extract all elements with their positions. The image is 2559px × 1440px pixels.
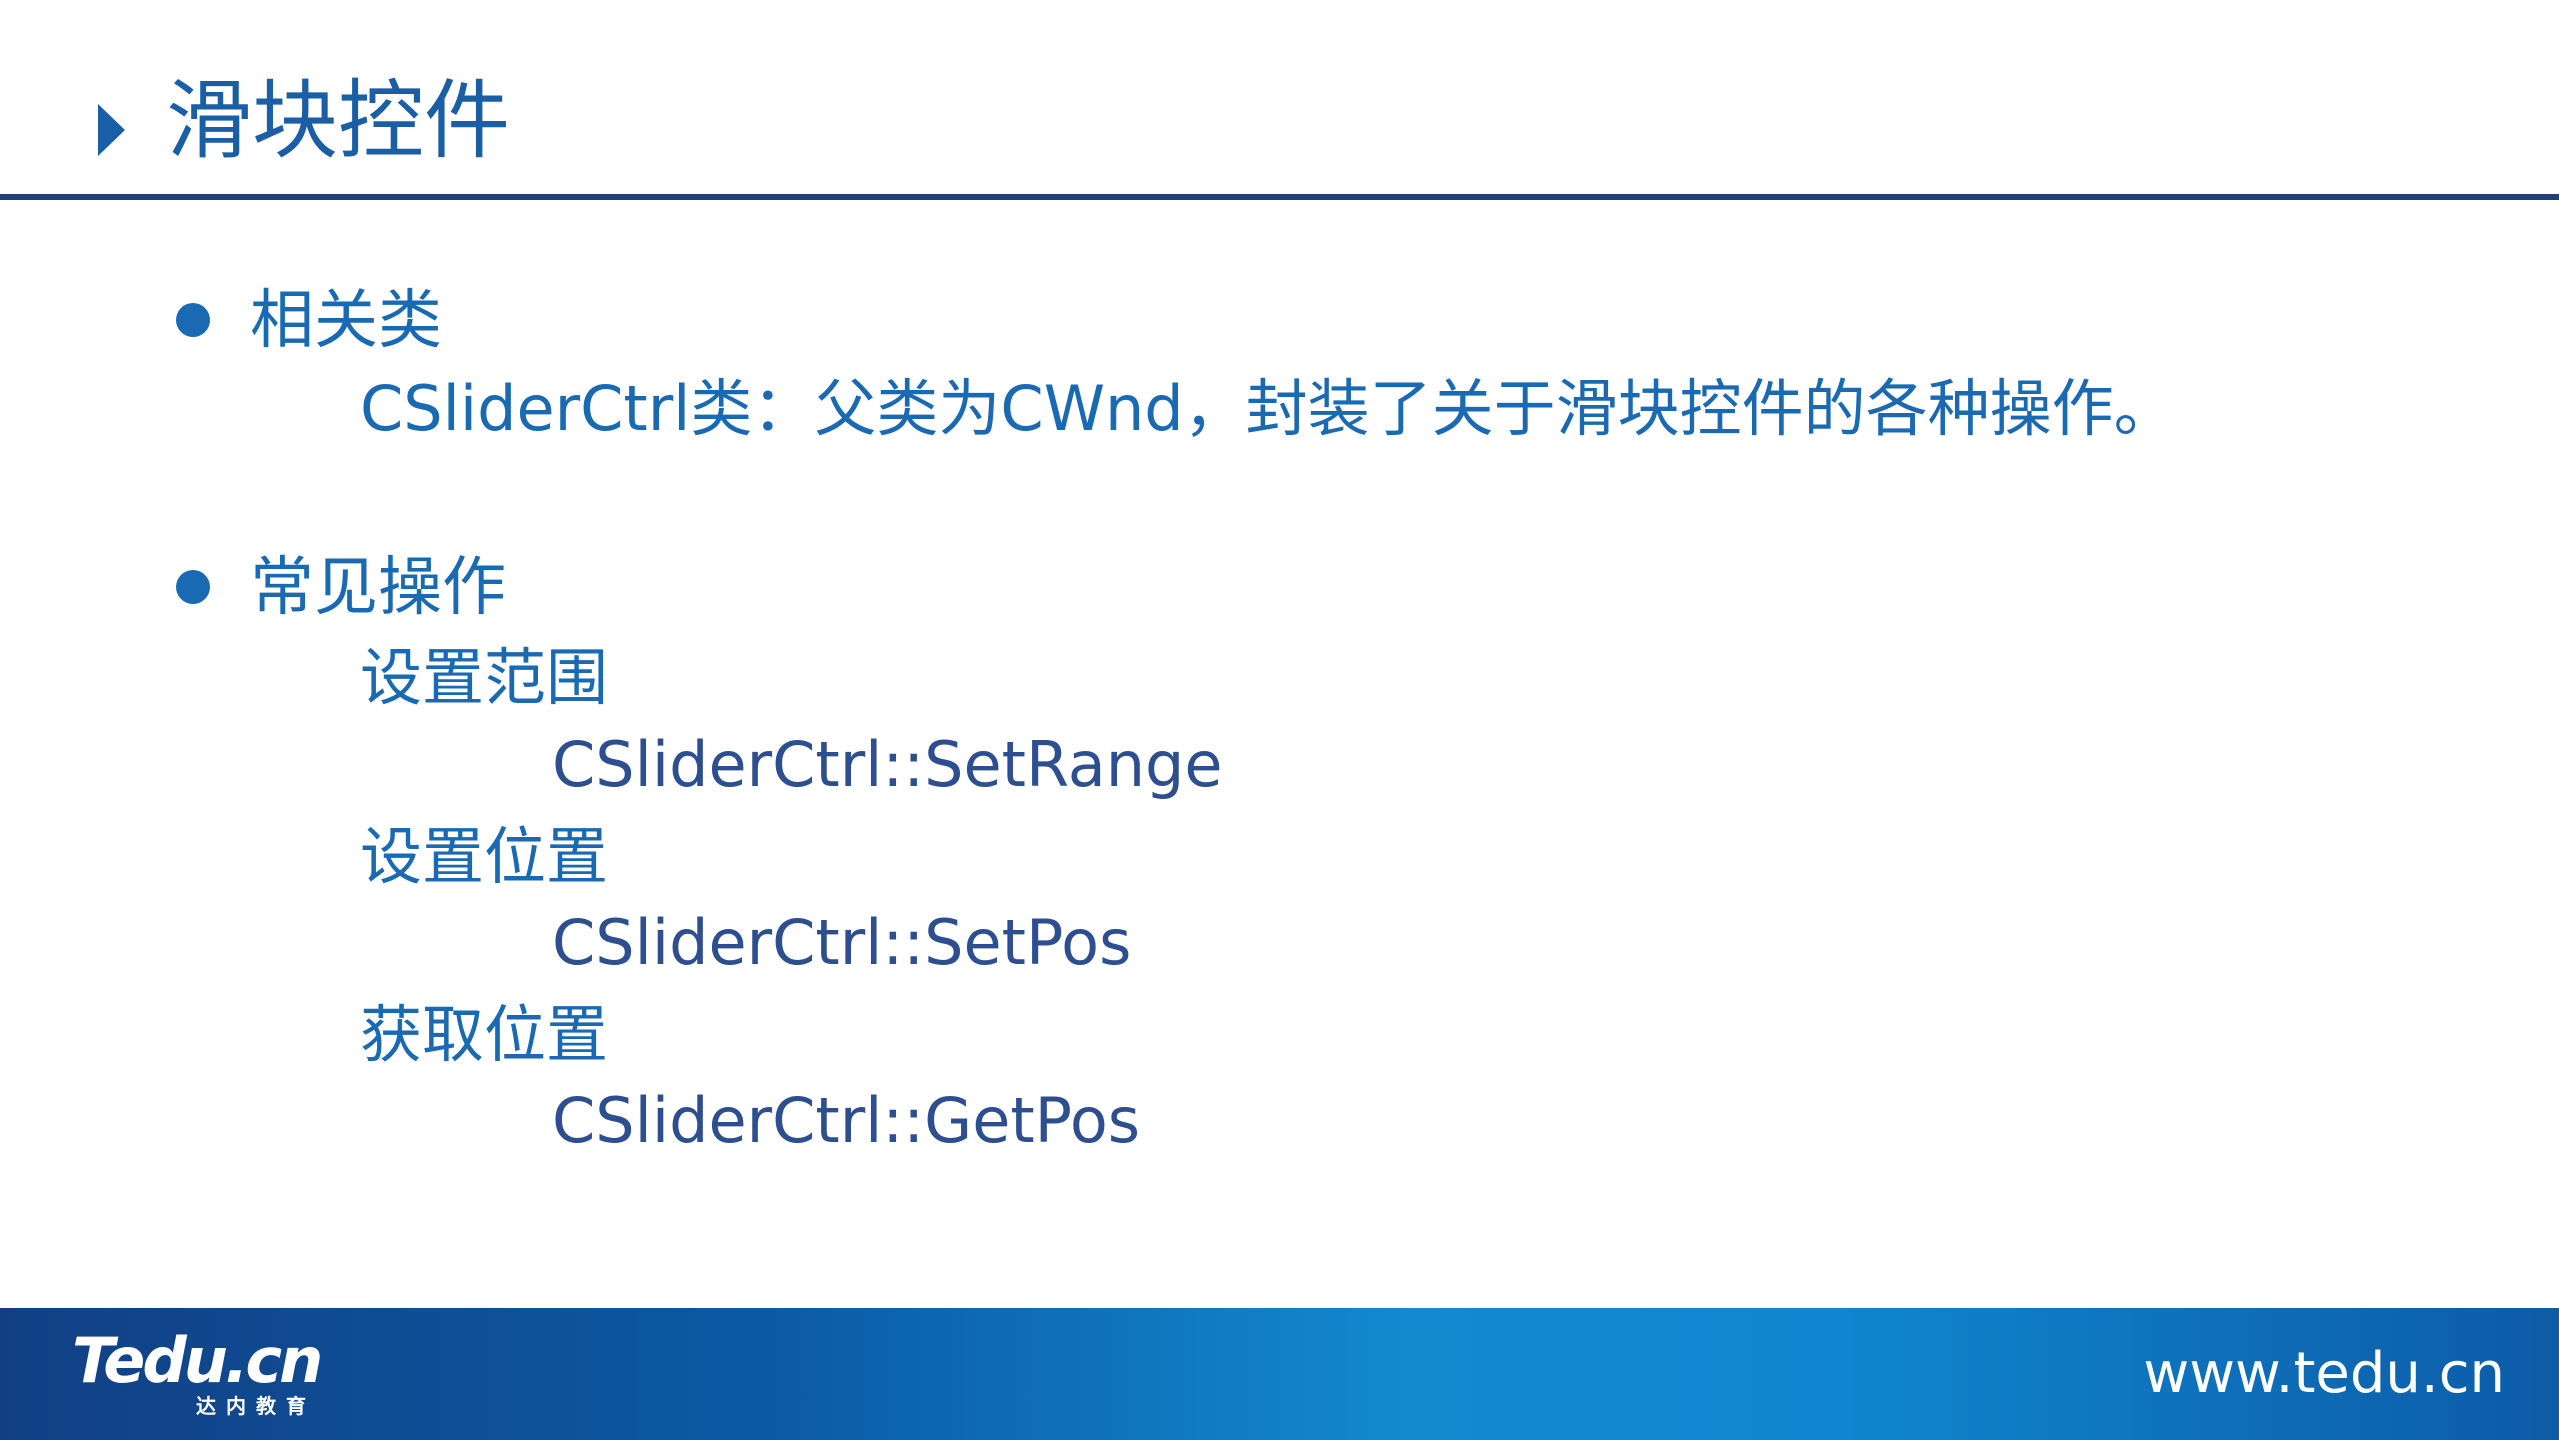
footer-url: www.tedu.cn (2143, 1341, 2505, 1406)
slide-header: 滑块控件 (0, 0, 2559, 194)
operation-code-set-range: CSliderCtrl::SetRange (552, 728, 1223, 801)
operation-label-set-range: 设置范围 (360, 641, 609, 714)
operation-code-get-pos: CSliderCtrl::GetPos (552, 1084, 1141, 1157)
bullet-dot-icon (176, 303, 210, 337)
operation-label-get-pos: 获取位置 (360, 998, 609, 1071)
operation-code-set-pos: CSliderCtrl::SetPos (552, 906, 1132, 979)
footer-bar: Tedu.cn 达内教育 www.tedu.cn (0, 1308, 2559, 1440)
play-triangle-icon (98, 104, 125, 156)
slide-title: 滑块控件 (166, 71, 510, 171)
tedu-logo-subtitle: 达内教育 (196, 1394, 316, 1418)
class-description: CSliderCtrl类：父类为CWnd，封装了关于滑块控件的各种操作。 (360, 372, 2176, 445)
bullet-dot-icon (176, 570, 210, 604)
bullet-heading-common-operations: 常见操作 (250, 551, 506, 625)
tedu-logo: Tedu.cn (72, 1324, 323, 1397)
header-divider (0, 194, 2559, 200)
operation-label-set-pos: 设置位置 (360, 820, 609, 893)
bullet-heading-related-class: 相关类 (250, 284, 442, 358)
